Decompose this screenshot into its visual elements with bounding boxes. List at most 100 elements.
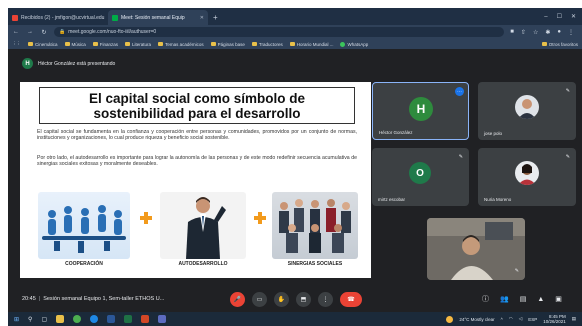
camera-off-icon[interactable]: ▭ — [252, 291, 267, 307]
minimize-icon[interactable]: – — [544, 10, 547, 25]
meet-stage: H Héctor González está presentando El ca… — [8, 49, 582, 312]
meeting-time: 20:45 — [22, 296, 36, 302]
star-icon[interactable]: ☆ — [533, 29, 538, 36]
camera-indicator-icon[interactable]: ■ — [510, 29, 514, 36]
bookmark-folder[interactable]: Temas académicos — [158, 42, 204, 47]
bookmark-whatsapp[interactable]: WhatsApp — [340, 41, 368, 47]
present-icon[interactable]: ⬒ — [296, 291, 311, 307]
slide-paragraph: El capital social se fundamenta en la co… — [37, 129, 357, 142]
url-field[interactable]: 🔒 meet.google.com/nuo-fto-iiil/authuser=… — [54, 27, 505, 37]
weather-text[interactable]: 24°C Mostly clear — [459, 317, 494, 322]
bookmark-folder[interactable]: Páginas base — [210, 42, 245, 47]
bookmark-folder[interactable]: Finanzas — [92, 42, 118, 47]
task-view-icon[interactable]: ▢ — [41, 316, 47, 323]
browser-actions: ■ ⇧ ☆ ✱ ● ⋮ — [510, 29, 578, 36]
apps-icon[interactable]: ⋮⋮ — [12, 41, 21, 47]
language-indicator[interactable]: ESP — [528, 317, 537, 322]
participant-name: Héctor González — [379, 130, 413, 135]
chat-icon[interactable]: ▤ — [520, 295, 527, 303]
windows-start-icon[interactable]: ⊞ — [14, 316, 19, 323]
bookmark-folder[interactable]: Traductores — [251, 42, 283, 47]
participant-tile[interactable]: ✎ jose polo — [478, 82, 576, 140]
self-video-feed — [427, 218, 525, 280]
folder-icon — [125, 42, 131, 46]
cooperation-illustration — [42, 205, 126, 253]
avatar — [515, 161, 539, 185]
social-synergies-image — [272, 192, 358, 259]
clock-date: 10/26/2021 — [543, 319, 566, 324]
weather-icon — [446, 315, 454, 323]
chevron-up-icon[interactable]: ^ — [501, 317, 503, 322]
word-icon[interactable] — [107, 315, 116, 323]
people-icon[interactable]: 👥 — [500, 295, 509, 303]
close-tab-icon[interactable]: ✕ — [200, 15, 204, 21]
participant-tile[interactable]: H ⋯ Héctor González — [372, 82, 469, 140]
clock[interactable]: 8:45 PM 10/26/2021 — [543, 314, 566, 324]
lock-icon: 🔒 — [59, 29, 66, 35]
other-bookmarks[interactable]: Otros favoritos — [541, 42, 578, 47]
bookmark-folder[interactable]: Literatura — [125, 42, 151, 47]
menu-icon[interactable]: ⋮ — [568, 29, 574, 36]
meeting-info: 20:45 | Sesión semanal Equipo 1, Sem-talle… — [22, 296, 165, 302]
slide-title: El capital social como símbolo de sosten… — [39, 87, 355, 124]
slide-label-social-synergies: SINERGIAS SOCIALES — [287, 261, 343, 267]
bookmark-folder[interactable]: Horario Mundial ... — [289, 42, 333, 47]
store-icon[interactable] — [158, 315, 167, 323]
whatsapp-icon — [340, 41, 346, 47]
notifications-icon[interactable]: ▤ — [572, 316, 576, 322]
folder-icon — [158, 42, 164, 46]
bookmark-folder[interactable]: Cinemática — [28, 42, 58, 47]
activities-icon[interactable]: ▲ — [537, 296, 544, 303]
wifi-icon[interactable]: ◠ — [509, 316, 513, 322]
plus-icon — [140, 212, 152, 224]
meeting-title: Sesión semanal Equipo 1, Sem-taller ETHO… — [43, 296, 165, 302]
mic-off-icon[interactable]: 🎤 — [230, 291, 245, 307]
meet-toolbar: 20:45 | Sesión semanal Equipo 1, Sem-talle… — [8, 290, 582, 308]
gmail-icon — [12, 14, 18, 21]
folder-icon — [541, 42, 547, 46]
maximize-icon[interactable]: ☐ — [557, 10, 562, 25]
chrome-icon[interactable] — [73, 315, 82, 323]
close-window-icon[interactable]: ✕ — [571, 10, 576, 25]
presenting-banner: H Héctor González está presentando — [22, 57, 115, 70]
address-bar-row: ← → ↻ 🔒 meet.google.com/nuo-fto-iiil/aut… — [8, 25, 582, 39]
excel-icon[interactable] — [124, 315, 133, 323]
info-icon[interactable]: ⓘ — [482, 294, 489, 304]
more-options-icon[interactable]: ⋮ — [318, 291, 333, 307]
participant-tile[interactable]: ✎ Nuria Moreno — [478, 148, 576, 206]
hang-up-icon[interactable]: ☎ — [340, 291, 362, 307]
team-illustration — [279, 199, 351, 253]
tab-gmail[interactable]: Recibidos (2) - jmfigon@ucvirtual.edu ✕ — [8, 10, 108, 25]
forward-icon[interactable]: → — [26, 29, 34, 35]
share-icon[interactable]: ⇧ — [521, 29, 526, 36]
folder-icon — [92, 42, 98, 46]
lock-icon[interactable]: ▣ — [555, 295, 562, 303]
bookmark-folder[interactable]: Música — [64, 42, 86, 47]
edge-icon[interactable] — [90, 315, 99, 323]
tab-meet[interactable]: Meet: Sesión semanal Equip ✕ — [108, 10, 208, 25]
volume-icon[interactable]: ◁ — [519, 316, 522, 322]
avatar — [515, 95, 539, 119]
windows-taskbar: ⊞ ⚲ ▢ 24°C Mostly clear ^ ◠ ◁ ESP 8:45 P… — [8, 312, 582, 326]
tab-label: Recibidos (2) - jmfigon@ucvirtual.edu — [21, 14, 105, 21]
file-explorer-icon[interactable] — [56, 315, 65, 323]
presenter-avatar: H — [22, 58, 33, 69]
search-icon[interactable]: ⚲ — [28, 316, 32, 323]
slide-label-cooperation: COOPERACIÓN — [65, 261, 103, 267]
new-tab-button[interactable]: + — [208, 10, 223, 25]
self-video-tile[interactable]: ✎ — [427, 218, 525, 280]
more-options-icon[interactable]: ⋯ — [455, 87, 464, 96]
participant-tile[interactable]: O ✎ mirtz escobar — [372, 148, 469, 206]
url-text: meet.google.com/nuo-fto-iiil/authuser=0 — [68, 29, 157, 35]
profile-photo-icon — [515, 95, 539, 119]
reload-icon[interactable]: ↻ — [40, 29, 48, 36]
folder-icon — [64, 42, 70, 46]
extension-icon[interactable]: ✱ — [545, 29, 550, 36]
back-icon[interactable]: ← — [12, 29, 20, 35]
profile-icon[interactable]: ● — [557, 29, 561, 36]
powerpoint-icon[interactable] — [141, 315, 150, 323]
shared-slide: El capital social como símbolo de sosten… — [20, 82, 371, 278]
participant-name: mirtz escobar — [378, 197, 406, 202]
mic-off-icon: ✎ — [514, 268, 519, 274]
raise-hand-icon[interactable]: ✋ — [274, 291, 289, 307]
